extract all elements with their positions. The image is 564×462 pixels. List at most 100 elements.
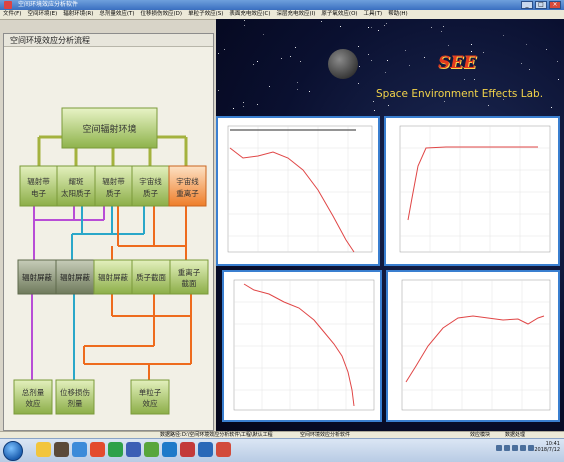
- svg-text:重离子: 重离子: [176, 188, 199, 198]
- chrome-icon[interactable]: [90, 442, 105, 457]
- minimize-button[interactable]: _: [521, 1, 533, 9]
- media-icon[interactable]: [54, 442, 69, 457]
- menu-displacement-damage[interactable]: 位移损伤效应(D): [138, 10, 186, 19]
- star: [471, 44, 472, 45]
- middle-box-shield-1[interactable]: 辐射屏蔽: [17, 259, 57, 295]
- tray-icon[interactable]: [512, 445, 518, 451]
- star: [448, 45, 449, 46]
- menu-space-environment[interactable]: 空间环境(E): [24, 10, 60, 19]
- menu-surface-charging[interactable]: 表面充电效应(C): [226, 10, 273, 19]
- menu-internal-charging[interactable]: 深层充电效应(I): [274, 10, 319, 19]
- menu-total-dose[interactable]: 总剂量效应(T): [96, 10, 137, 19]
- menu-tools[interactable]: 工具(T): [361, 10, 386, 19]
- star: [295, 47, 296, 48]
- source-box-cosmic-heavy-ion[interactable]: 宇宙线 重离子: [168, 165, 207, 207]
- star: [300, 61, 301, 62]
- chart-top-left[interactable]: [216, 116, 380, 266]
- middle-box-nuclear-cross-section[interactable]: 质子截面: [131, 259, 171, 295]
- star: [340, 26, 341, 27]
- star: [297, 89, 298, 90]
- taskbar: 10:41 2018/7/12: [0, 438, 564, 462]
- svg-text:耀斑: 耀斑: [69, 176, 84, 186]
- chart-bottom-right-plot: [401, 279, 551, 411]
- effect-box-total-dose[interactable]: 总剂量 效应: [13, 379, 53, 415]
- star: [321, 21, 322, 22]
- chart-bottom-right[interactable]: [386, 270, 560, 422]
- chart-bottom-left-series: [243, 283, 355, 407]
- app-icon-360[interactable]: [144, 442, 159, 457]
- star: [359, 66, 360, 67]
- menu-atomic-oxygen[interactable]: 原子氧效应(O): [318, 10, 360, 19]
- window-title-bar: 空间环境效应分析软件 _ □ ×: [0, 0, 564, 10]
- star: [521, 63, 522, 64]
- tray-icon[interactable]: [520, 445, 526, 451]
- star: [385, 72, 386, 73]
- chart-bottom-right-series: [405, 315, 545, 383]
- svg-text:辐射屏蔽: 辐射屏蔽: [22, 272, 52, 282]
- source-box-cosmic-proton[interactable]: 宇宙线 质子: [131, 165, 170, 207]
- effect-box-displacement[interactable]: 位移损伤 剂量: [55, 379, 95, 415]
- tray-icon[interactable]: [504, 445, 510, 451]
- start-button[interactable]: [3, 441, 23, 461]
- planet-image: [328, 49, 358, 79]
- star: [444, 101, 445, 102]
- app-icon-red[interactable]: [180, 442, 195, 457]
- chart-top-right-series: [407, 146, 538, 221]
- chart-top-right-plot: [399, 125, 551, 253]
- root-box[interactable]: 空间辐射环境: [61, 107, 158, 149]
- tray-icon[interactable]: [528, 445, 534, 451]
- menu-radiation-environment[interactable]: 辐射环境(R): [60, 10, 96, 19]
- star: [218, 53, 219, 54]
- app-icon-qq[interactable]: [162, 442, 177, 457]
- window-controls: _ □ ×: [521, 1, 561, 9]
- app-icon-green[interactable]: [108, 442, 123, 457]
- source-box-belt-electron[interactable]: 辐射带 电子: [19, 165, 58, 207]
- star: [243, 106, 244, 107]
- chart-top-right[interactable]: [384, 116, 560, 266]
- star: [253, 64, 254, 65]
- star: [358, 83, 359, 84]
- menu-help[interactable]: 帮助(H): [385, 10, 410, 19]
- clock[interactable]: 10:41 2018/7/12: [534, 441, 560, 453]
- star: [409, 65, 410, 66]
- svg-text:单粒子: 单粒子: [139, 387, 162, 397]
- middle-box-shield-3[interactable]: 辐射屏蔽: [93, 259, 133, 295]
- ie-icon[interactable]: [72, 442, 87, 457]
- star: [297, 82, 298, 83]
- middle-box-shield-2[interactable]: 辐射屏蔽: [55, 259, 95, 295]
- source-box-belt-proton[interactable]: 辐射带 质子: [94, 165, 133, 207]
- explorer-icon[interactable]: [36, 442, 51, 457]
- star: [233, 108, 234, 109]
- star: [257, 104, 258, 105]
- system-tray: [496, 445, 534, 451]
- star: [244, 25, 245, 26]
- maximize-button[interactable]: □: [535, 1, 547, 9]
- star: [269, 86, 270, 87]
- svg-text:辐射屏蔽: 辐射屏蔽: [60, 272, 90, 282]
- svg-text:辐射带: 辐射带: [27, 176, 50, 186]
- see-app-icon[interactable]: [216, 442, 231, 457]
- source-box-solar-proton[interactable]: 耀斑 太阳质子: [56, 165, 96, 207]
- window-title: 空间环境效应分析软件: [18, 1, 79, 8]
- close-button[interactable]: ×: [549, 1, 561, 9]
- svg-text:剂量: 剂量: [68, 398, 83, 408]
- app-icon-blue[interactable]: [126, 442, 141, 457]
- svg-text:效应: 效应: [143, 398, 158, 408]
- star: [526, 44, 527, 45]
- see-logo: SEE: [438, 53, 477, 73]
- star: [529, 69, 530, 70]
- svg-text:效应: 效应: [26, 398, 41, 408]
- effect-box-single-event[interactable]: 单粒子 效应: [130, 379, 170, 415]
- tray-icon[interactable]: [496, 445, 502, 451]
- star: [384, 25, 385, 26]
- star: [378, 30, 379, 31]
- app-icon-word[interactable]: [198, 442, 213, 457]
- menu-single-event[interactable]: 单粒子效应(S): [185, 10, 226, 19]
- middle-box-heavy-ion-cross-section[interactable]: 重离子 截面: [169, 259, 209, 295]
- star: [281, 58, 282, 59]
- menu-file[interactable]: 文件(F): [0, 10, 24, 19]
- svg-text:质子: 质子: [106, 188, 121, 198]
- star: [371, 27, 372, 28]
- chart-bottom-left[interactable]: [222, 270, 382, 422]
- svg-text:宇宙线: 宇宙线: [176, 176, 199, 186]
